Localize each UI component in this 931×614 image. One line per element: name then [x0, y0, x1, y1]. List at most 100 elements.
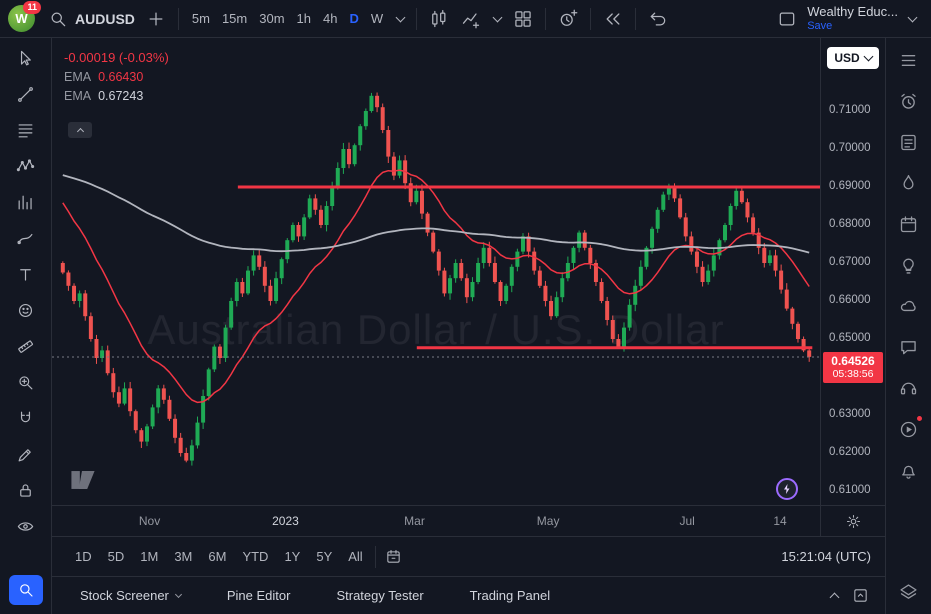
- hide-drawings-icon[interactable]: [8, 512, 44, 540]
- ruler-icon[interactable]: [8, 332, 44, 360]
- range-3m[interactable]: 3M: [167, 546, 199, 567]
- watchlist-icon[interactable]: [894, 48, 924, 72]
- interval-4h[interactable]: 4h: [317, 5, 343, 33]
- symbol-name[interactable]: AUDUSD: [75, 11, 135, 27]
- panel-tab-strategy-tester[interactable]: Strategy Tester: [336, 588, 423, 603]
- price-tick: 0.67000: [829, 256, 871, 268]
- main-row: Australian Dollar / U.S. Dollar -0.00019…: [0, 38, 931, 614]
- text-tool-icon[interactable]: [8, 260, 44, 288]
- gear-icon[interactable]: [840, 508, 866, 534]
- search-tool-button[interactable]: [9, 575, 43, 605]
- panel-maximize-icon[interactable]: [847, 583, 873, 609]
- chart-style-icon[interactable]: [424, 4, 454, 34]
- range-6m[interactable]: 6M: [201, 546, 233, 567]
- interval-W[interactable]: W: [365, 5, 389, 33]
- price-tick: 0.63000: [829, 408, 871, 420]
- indicators-icon[interactable]: [456, 4, 486, 34]
- chat-icon[interactable]: [894, 335, 924, 359]
- panel-tab-pine-editor[interactable]: Pine Editor: [227, 588, 291, 603]
- price-tick: 0.68000: [829, 218, 871, 230]
- range-1d[interactable]: 1D: [68, 546, 99, 567]
- symbol-search-icon[interactable]: [43, 4, 73, 34]
- lightning-badge[interactable]: [776, 478, 798, 500]
- panel-tab-trading-panel[interactable]: Trading Panel: [470, 588, 550, 603]
- price-tick: 0.65000: [829, 332, 871, 344]
- save-layout-icon[interactable]: [772, 4, 802, 34]
- emoji-icon[interactable]: [8, 296, 44, 324]
- interval-group: 5m15m30m1h4hDW: [186, 5, 389, 33]
- time-axis[interactable]: Nov2023MarMayJul14: [52, 505, 820, 536]
- price-axis[interactable]: USD 0.710000.700000.690000.680000.670000…: [820, 38, 885, 505]
- interval-1h[interactable]: 1h: [291, 5, 317, 33]
- candlestick-chart[interactable]: [52, 38, 820, 505]
- time-tick: 2023: [272, 514, 299, 528]
- range-5y[interactable]: 5Y: [309, 546, 339, 567]
- indicator-templates-chevron[interactable]: [488, 4, 506, 34]
- forecast-icon[interactable]: [8, 188, 44, 216]
- panel-collapse-chevron[interactable]: [821, 583, 847, 609]
- xabcd-pattern-icon[interactable]: [8, 152, 44, 180]
- bottom-panel: Stock Screener Pine Editor Strategy Tester…: [52, 576, 885, 614]
- red-dot-badge: [916, 415, 923, 422]
- zoom-in-icon[interactable]: [8, 368, 44, 396]
- minds-icon[interactable]: [894, 294, 924, 318]
- price-tick: 0.71000: [829, 104, 871, 116]
- create-alert-icon[interactable]: [553, 4, 583, 34]
- bar-replay-icon[interactable]: [598, 4, 628, 34]
- cursor-icon[interactable]: [8, 44, 44, 72]
- price-tick: 0.69000: [829, 180, 871, 192]
- ideas-icon[interactable]: [894, 253, 924, 277]
- interval-5m[interactable]: 5m: [186, 5, 216, 33]
- layout-info[interactable]: Wealthy Educ... Save: [807, 5, 898, 33]
- lock-all-icon[interactable]: [8, 476, 44, 504]
- range-ytd[interactable]: YTD: [235, 546, 275, 567]
- toolbar-divider: [178, 8, 179, 30]
- indicator-value: 0.67243: [98, 89, 143, 103]
- streams-icon[interactable]: [894, 376, 924, 400]
- last-price-value: 0.64526: [825, 354, 881, 368]
- tradingview-logo[interactable]: [68, 470, 98, 495]
- bar-countdown: 05:38:56: [825, 368, 881, 381]
- fib-retracement-icon[interactable]: [8, 116, 44, 144]
- right-sidebar: [885, 38, 931, 614]
- clock[interactable]: 15:21:04 (UTC): [781, 549, 871, 564]
- time-tick: May: [537, 514, 560, 528]
- interval-30m[interactable]: 30m: [253, 5, 290, 33]
- notifications-icon[interactable]: [894, 458, 924, 482]
- multichart-layout-icon[interactable]: [508, 4, 538, 34]
- chart-plot[interactable]: Australian Dollar / U.S. Dollar -0.00019…: [52, 38, 820, 505]
- object-tree-icon[interactable]: [894, 580, 924, 604]
- goto-date-icon[interactable]: [381, 544, 407, 570]
- draw-pencil-icon[interactable]: [8, 440, 44, 468]
- workspace-logo[interactable]: W 11: [8, 5, 35, 32]
- interval-15m[interactable]: 15m: [216, 5, 253, 33]
- magnet-icon[interactable]: [8, 404, 44, 432]
- indicator-label: EMA: [64, 89, 91, 103]
- hotlists-icon[interactable]: [894, 171, 924, 195]
- interval-D[interactable]: D: [343, 5, 364, 33]
- brush-icon[interactable]: [8, 224, 44, 252]
- layout-name: Wealthy Educ...: [807, 5, 898, 20]
- layout-menu-chevron[interactable]: [903, 4, 921, 34]
- trend-line-icon[interactable]: [8, 80, 44, 108]
- price-tick: 0.61000: [829, 484, 871, 496]
- currency-dropdown[interactable]: USD: [827, 47, 879, 69]
- indicator-legend: EMA0.66430 EMA 0.67243: [64, 70, 169, 103]
- legend-collapse-button[interactable]: [68, 122, 92, 138]
- indicator-row-1[interactable]: EMA 0.67243: [64, 89, 169, 103]
- range-1y[interactable]: 1Y: [277, 546, 307, 567]
- calendar-icon[interactable]: [894, 212, 924, 236]
- chart-legend: -0.00019 (-0.03%) EMA0.66430EMA0.67243: [64, 50, 169, 103]
- compare-add-icon[interactable]: [141, 4, 171, 34]
- undo-icon[interactable]: [643, 4, 673, 34]
- indicator-row-0[interactable]: EMA0.66430: [64, 70, 169, 84]
- news-icon[interactable]: [894, 130, 924, 154]
- alerts-icon[interactable]: [894, 89, 924, 113]
- range-all[interactable]: All: [341, 546, 369, 567]
- range-1m[interactable]: 1M: [133, 546, 165, 567]
- bottom-panel-tabs: Stock Screener Pine Editor Strategy Tester…: [80, 588, 596, 603]
- panel-tab-stock-screener[interactable]: Stock Screener: [80, 588, 181, 603]
- video-icon[interactable]: [894, 417, 924, 441]
- range-5d[interactable]: 5D: [101, 546, 132, 567]
- interval-menu-chevron[interactable]: [391, 4, 409, 34]
